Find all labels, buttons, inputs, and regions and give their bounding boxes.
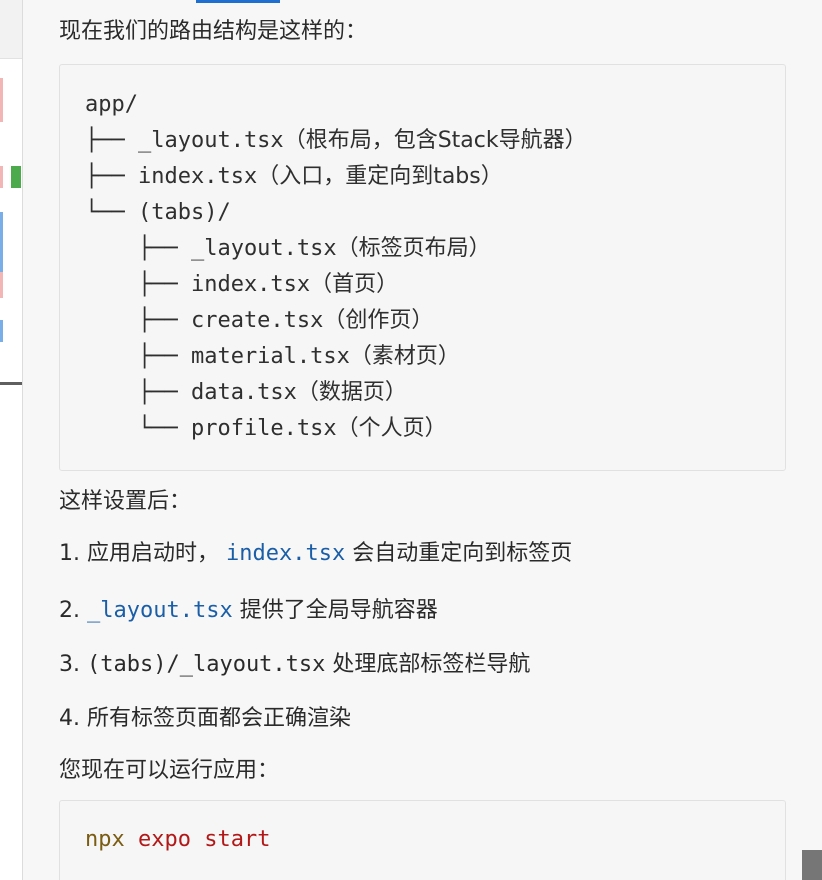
rail-diff-marker xyxy=(11,166,21,188)
tree-line: └── profile.tsx（个人页） xyxy=(85,416,447,441)
tree-line: app/ xyxy=(85,92,138,117)
tree-line: ├── index.tsx（首页） xyxy=(85,272,399,297)
route-tree-codeblock: app/ ├── _layout.tsx（根布局，包含Stack导航器） ├──… xyxy=(59,64,786,471)
command-line: npx expo start xyxy=(85,827,271,852)
run-text: 您现在可以运行应用： xyxy=(59,758,280,783)
rail-diff-marker xyxy=(0,272,3,298)
rail-divider xyxy=(0,382,22,385)
inline-code: _layout.tsx xyxy=(87,598,233,623)
tree-line: ├── _layout.tsx（根布局，包含Stack导航器） xyxy=(85,128,587,153)
intro-text: 现在我们的路由结构是这样的： xyxy=(59,19,368,44)
tree-line: ├── index.tsx（入口，重定向到tabs） xyxy=(85,164,503,189)
tree-line: ├── create.tsx（创作页） xyxy=(85,308,434,333)
list-item: 3. (tabs)/_layout.tsx 处理底部标签栏导航 xyxy=(59,652,531,677)
inline-code: (tabs)/_layout.tsx xyxy=(87,652,326,677)
command-codeblock: npx expo start xyxy=(59,800,786,880)
left-rail xyxy=(0,0,23,880)
rail-diff-marker xyxy=(0,320,3,342)
list-item: 2. _layout.tsx 提供了全局导航容器 xyxy=(59,598,438,623)
after-setup-text: 这样设置后： xyxy=(59,489,192,514)
tree-line: ├── data.tsx（数据页） xyxy=(85,380,407,405)
rail-header xyxy=(0,0,22,59)
chat-panel: 现在我们的路由结构是这样的： app/ ├── _layout.tsx（根布局，… xyxy=(0,0,822,880)
active-tab-indicator xyxy=(196,0,280,3)
list-item: 4. 所有标签页面都会正确渲染 xyxy=(59,706,352,731)
scrollbar-thumb[interactable] xyxy=(802,850,822,880)
list-item: 1. 应用启动时， index.tsx 会自动重定向到标签页 xyxy=(59,541,573,566)
rail-diff-marker xyxy=(0,212,3,272)
rail-diff-marker xyxy=(0,166,3,188)
rail-diff-marker xyxy=(0,78,3,122)
tree-line: ├── material.tsx（素材页） xyxy=(85,344,460,369)
inline-code: index.tsx xyxy=(226,541,346,566)
tree-line: ├── _layout.tsx（标签页布局） xyxy=(85,236,491,261)
tree-line: └── (tabs)/ xyxy=(85,200,231,225)
